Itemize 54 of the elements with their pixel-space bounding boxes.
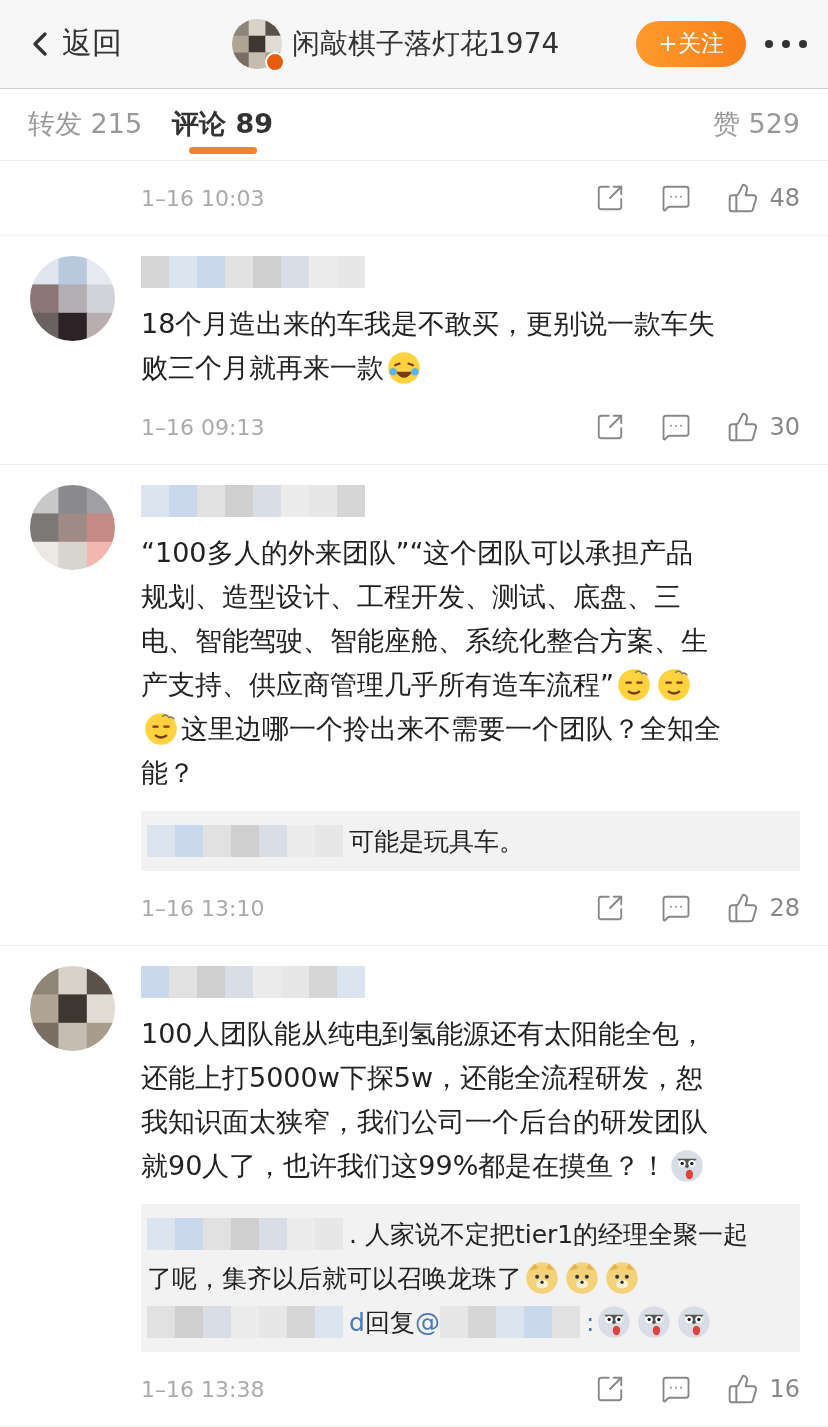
tab[interactable]: 赞 529 (712, 88, 800, 160)
comment-icon[interactable] (661, 183, 692, 213)
comment-text: “100多人的外来团队”“这个团队可以承担产品 (141, 536, 694, 570)
comment-text: 还能上打5000w下探5w，还能全流程研发，恕 (141, 1061, 704, 1095)
like-count: 30 (769, 413, 800, 441)
reply-text: 可能是玩具车。 (349, 825, 524, 858)
timestamp: 1–16 09:13 (141, 414, 265, 440)
emoji-icon (670, 1149, 705, 1183)
comment-text: 就90人了，也许我们这99%都是在摸鱼？！ (141, 1149, 668, 1183)
tab[interactable]: 转发 215 (28, 88, 143, 160)
tab-indicator (188, 147, 257, 154)
tab[interactable]: 评论 89 (172, 88, 274, 160)
timestamp: 1–16 13:38 (141, 1376, 265, 1402)
comment-icon[interactable] (661, 1374, 692, 1404)
emoji-icon (617, 668, 651, 702)
comment-icon[interactable] (661, 893, 692, 923)
like-count: 16 (769, 1375, 800, 1403)
comment-text: 100人团队能从纯电到氢能源还有太阳能全包， (141, 1017, 706, 1051)
back-button[interactable]: 返回 (20, 23, 122, 65)
emoji-icon (565, 1261, 599, 1295)
emoji-icon (605, 1261, 639, 1295)
emoji-icon (387, 351, 421, 385)
like-icon[interactable] (727, 182, 760, 214)
reply-text: . 人家说不定把tier1的经理全聚一起 (349, 1218, 749, 1251)
comment-text: 18个月造出来的车我是不敢买，更别说一款车失 (141, 307, 716, 341)
comment-text: 电、智能驾驶、智能座舱、系统化整合方案、生 (141, 624, 708, 658)
emoji-icon (144, 712, 178, 746)
reply-text: 回复 (364, 1306, 415, 1339)
emoji-icon (677, 1305, 712, 1339)
comment-text: 产支持、供应商管理几乎所有造车流程” (141, 668, 614, 702)
emoji-icon (657, 668, 691, 702)
comment-text: 这里边哪一个拎出来不需要一个团队？全知全 (181, 712, 721, 746)
user-title: 闲敲棋子落灯花1974 (292, 25, 560, 62)
username-link[interactable]: @ (414, 1307, 440, 1337)
comment-text: 败三个月就再来一款 (141, 351, 384, 385)
like-count: 28 (769, 894, 800, 922)
comment-text: 能？ (141, 756, 195, 790)
like-icon[interactable] (727, 1373, 760, 1405)
reply-text: 了呢，集齐以后就可以召唤龙珠了 (147, 1262, 522, 1295)
comment-text: 规划、造型设计、工程开发、测试、底盘、三 (141, 580, 681, 614)
timestamp: 1–16 10:03 (141, 185, 265, 211)
emoji-icon (597, 1305, 632, 1339)
username-link[interactable]: d (349, 1307, 365, 1337)
more-icon[interactable] (764, 38, 808, 49)
username-link[interactable]: : (585, 1307, 595, 1337)
timestamp: 1–16 13:10 (141, 895, 265, 921)
like-count: 48 (769, 184, 800, 212)
like-icon[interactable] (727, 892, 760, 924)
comment-text: 我知识面太狭窄，我们公司一个后台的研发团队 (141, 1105, 708, 1139)
like-icon[interactable] (727, 411, 760, 443)
emoji-icon (525, 1261, 559, 1295)
comment-icon[interactable] (661, 412, 692, 442)
follow-button[interactable]: +关注 (636, 20, 746, 67)
emoji-icon (637, 1305, 672, 1339)
